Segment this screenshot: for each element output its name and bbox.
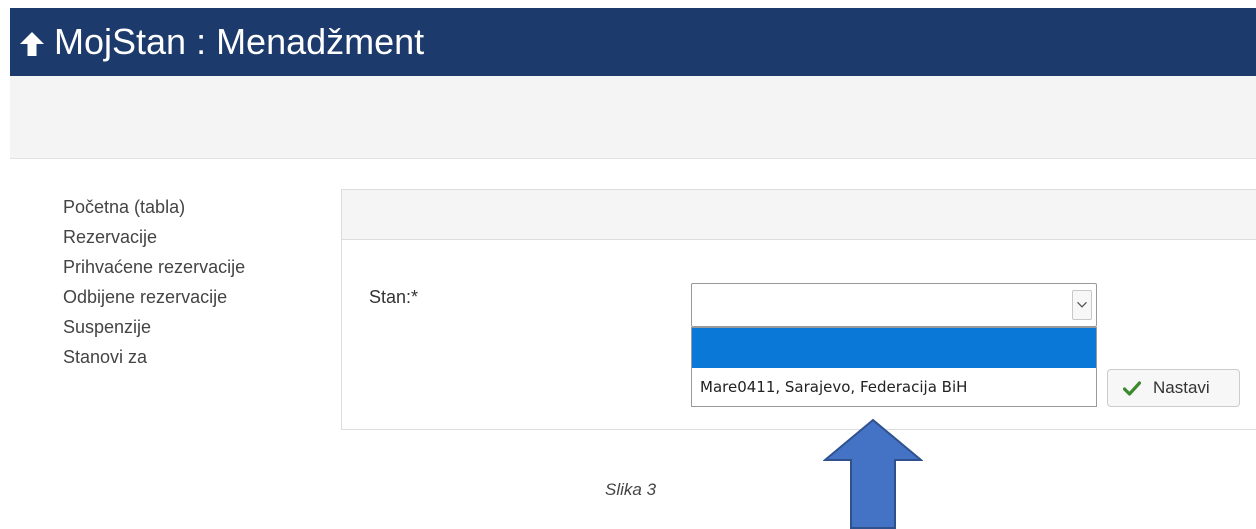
sidebar-item-odbijene-rezervacije[interactable]: Odbijene rezervacije	[63, 285, 263, 309]
form-panel: Stan:* Mare0411, Sarajevo, Federacija Bi…	[341, 189, 1256, 430]
nastavi-button[interactable]: Nastavi	[1107, 369, 1240, 407]
checkmark-icon	[1123, 381, 1141, 396]
app-title: MojStan : Menadžment	[54, 21, 425, 62]
nastavi-label: Nastavi	[1153, 378, 1210, 397]
stan-dropdown-list: Mare0411, Sarajevo, Federacija BiH	[691, 327, 1097, 407]
figure-caption: Slika 3	[605, 480, 657, 499]
sidebar-item-prihvacene-rezervacije[interactable]: Prihvaćene rezervacije	[63, 255, 263, 279]
arrow-up-icon[interactable]	[19, 31, 45, 57]
dropdown-option-mare0411[interactable]: Mare0411, Sarajevo, Federacija BiH	[692, 368, 1096, 406]
sidebar-item-pocetna[interactable]: Početna (tabla)	[63, 195, 263, 219]
sidebar-item-suspenzije[interactable]: Suspenzije	[63, 315, 263, 339]
stan-label: Stan:*	[369, 287, 419, 307]
sub-toolbar	[10, 76, 1256, 159]
sidebar-item-stanovi-za[interactable]: Stanovi za	[63, 345, 263, 369]
stan-select[interactable]	[691, 283, 1097, 327]
arrow-up-annotation	[823, 418, 923, 529]
panel-header	[342, 190, 1256, 240]
chevron-down-icon[interactable]	[1072, 290, 1092, 320]
sidebar-item-rezervacije[interactable]: Rezervacije	[63, 225, 263, 249]
dropdown-option-empty[interactable]	[692, 328, 1096, 368]
sidebar-nav: Početna (tabla) Rezervacije Prihvaćene r…	[63, 195, 263, 375]
app-header: MojStan : Menadžment	[10, 8, 1256, 76]
